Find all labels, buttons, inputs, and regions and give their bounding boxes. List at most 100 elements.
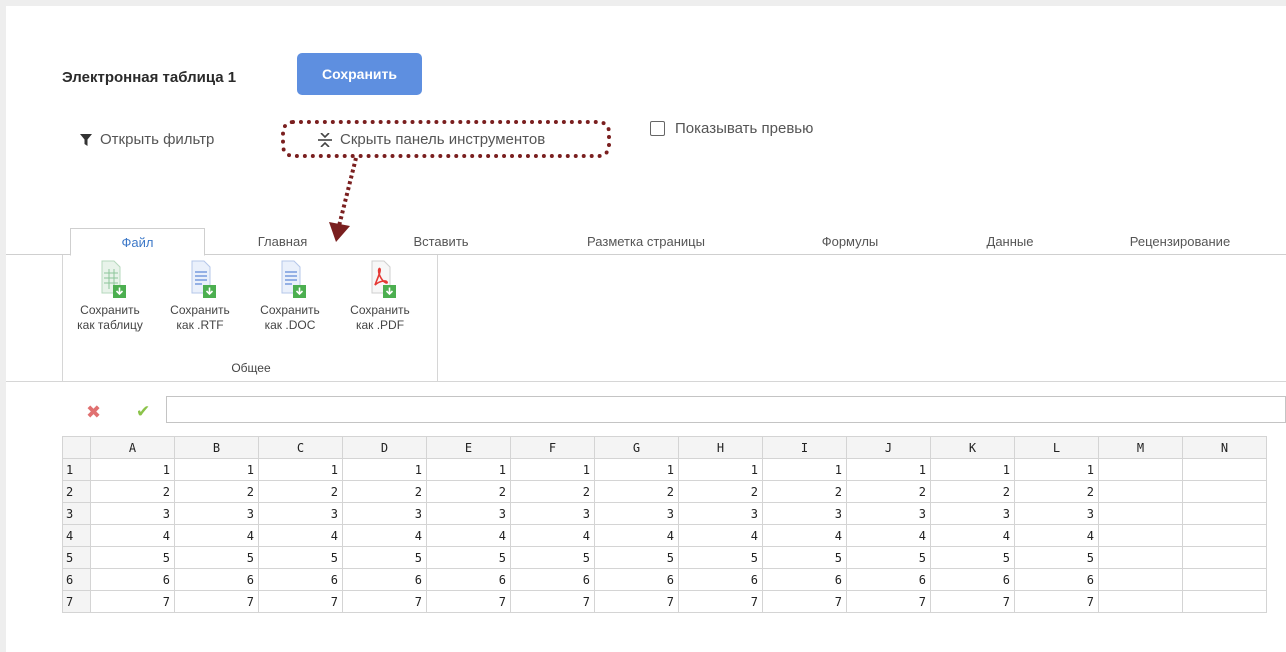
grid-cell[interactable]: 3 [426,502,511,525]
grid-cell[interactable] [1098,524,1183,547]
row-header[interactable]: 5 [62,546,91,569]
grid-cell[interactable]: 2 [258,480,343,503]
grid-cell[interactable]: 2 [1014,480,1099,503]
grid-cell[interactable]: 2 [90,480,175,503]
grid-cell[interactable]: 7 [426,590,511,613]
row-header[interactable]: 3 [62,502,91,525]
grid-cell[interactable]: 4 [678,524,763,547]
grid-cell[interactable]: 4 [426,524,511,547]
column-header[interactable]: D [342,436,427,459]
save-as-pdf-button[interactable]: Сохранить как .PDF [335,259,425,333]
show-preview-checkbox[interactable] [650,121,665,136]
grid-cell[interactable] [1182,458,1267,481]
grid-cell[interactable]: 5 [930,546,1015,569]
column-header[interactable]: M [1098,436,1183,459]
row-header[interactable]: 7 [62,590,91,613]
grid-cell[interactable] [1098,458,1183,481]
grid-cell[interactable] [1182,546,1267,569]
formula-input[interactable] [166,396,1286,423]
grid-cell[interactable]: 5 [594,546,679,569]
column-header[interactable]: H [678,436,763,459]
grid-cell[interactable] [1098,480,1183,503]
grid-cell[interactable]: 1 [426,458,511,481]
tab-page-layout[interactable]: Разметка страницы [522,228,770,255]
grid-cell[interactable]: 7 [846,590,931,613]
grid-cell[interactable]: 6 [510,568,595,591]
grid-cell[interactable]: 5 [510,546,595,569]
grid-cell[interactable]: 7 [174,590,259,613]
grid-cell[interactable]: 7 [90,590,175,613]
grid-cell[interactable]: 3 [342,502,427,525]
column-header[interactable]: A [90,436,175,459]
grid-cell[interactable]: 1 [846,458,931,481]
column-header[interactable]: C [258,436,343,459]
grid-cell[interactable]: 3 [846,502,931,525]
grid-cell[interactable]: 1 [174,458,259,481]
grid-cell[interactable]: 1 [678,458,763,481]
column-header[interactable]: L [1014,436,1099,459]
grid-cell[interactable]: 3 [510,502,595,525]
grid-cell[interactable]: 7 [930,590,1015,613]
column-header[interactable]: J [846,436,931,459]
tab-home[interactable]: Главная [205,228,360,255]
grid-cell[interactable]: 6 [594,568,679,591]
grid-cell[interactable]: 2 [510,480,595,503]
grid-cell[interactable]: 5 [90,546,175,569]
grid-cell[interactable]: 4 [594,524,679,547]
grid-cell[interactable]: 6 [174,568,259,591]
grid-cell[interactable]: 7 [510,590,595,613]
corner-cell[interactable] [62,436,91,459]
grid-cell[interactable]: 6 [762,568,847,591]
grid-cell[interactable]: 1 [342,458,427,481]
save-as-doc-button[interactable]: Сохранить как .DOC [245,259,335,333]
grid-cell[interactable]: 6 [1014,568,1099,591]
grid-cell[interactable]: 2 [846,480,931,503]
grid-cell[interactable]: 1 [510,458,595,481]
column-header[interactable]: E [426,436,511,459]
grid-cell[interactable]: 5 [258,546,343,569]
grid-cell[interactable]: 7 [678,590,763,613]
grid-cell[interactable]: 2 [762,480,847,503]
save-as-spreadsheet-button[interactable]: Сохранить как таблицу [65,259,155,333]
tab-data[interactable]: Данные [930,228,1090,255]
grid-cell[interactable] [1182,590,1267,613]
grid-cell[interactable]: 6 [90,568,175,591]
grid-cell[interactable]: 5 [342,546,427,569]
grid-cell[interactable]: 1 [1014,458,1099,481]
column-header[interactable]: K [930,436,1015,459]
grid-cell[interactable]: 3 [930,502,1015,525]
grid-cell[interactable] [1098,590,1183,613]
grid-cell[interactable]: 5 [846,546,931,569]
tab-formulas[interactable]: Формулы [770,228,930,255]
column-header[interactable]: I [762,436,847,459]
grid-cell[interactable]: 6 [258,568,343,591]
grid-cell[interactable]: 2 [930,480,1015,503]
grid-cell[interactable]: 3 [678,502,763,525]
grid-cell[interactable]: 6 [930,568,1015,591]
tab-insert[interactable]: Вставить [360,228,522,255]
grid-cell[interactable]: 4 [342,524,427,547]
open-filter-button[interactable]: Открыть фильтр [80,131,214,148]
grid-cell[interactable]: 5 [762,546,847,569]
grid-cell[interactable] [1182,502,1267,525]
row-header[interactable]: 6 [62,568,91,591]
grid-cell[interactable] [1098,546,1183,569]
grid-cell[interactable] [1182,524,1267,547]
grid-cell[interactable]: 3 [258,502,343,525]
grid-cell[interactable]: 1 [762,458,847,481]
grid-cell[interactable]: 4 [762,524,847,547]
grid-cell[interactable]: 4 [174,524,259,547]
row-header[interactable]: 4 [62,524,91,547]
grid-cell[interactable]: 5 [426,546,511,569]
grid-cell[interactable]: 4 [258,524,343,547]
column-header[interactable]: N [1182,436,1267,459]
grid-cell[interactable] [1182,480,1267,503]
show-preview-toggle[interactable]: Показывать превью [650,120,813,137]
grid-cell[interactable] [1182,568,1267,591]
column-header[interactable]: F [510,436,595,459]
grid-cell[interactable]: 2 [342,480,427,503]
save-as-rtf-button[interactable]: Сохранить как .RTF [155,259,245,333]
grid-cell[interactable]: 1 [594,458,679,481]
grid-cell[interactable]: 2 [426,480,511,503]
row-header[interactable]: 2 [62,480,91,503]
